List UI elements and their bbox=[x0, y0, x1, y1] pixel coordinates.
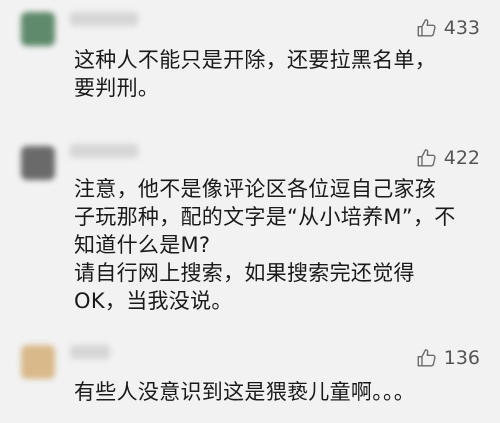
comment-line: 子玩那种，配的文字是“从小培养M”，不 bbox=[74, 205, 456, 229]
avatar[interactable] bbox=[21, 12, 55, 46]
comment-text: 这种人不能只是开除，还要拉黑名单， 要判刑。 bbox=[74, 46, 480, 102]
comment-text: 有些人没意识到这是猥亵儿童啊。。。 bbox=[74, 378, 480, 406]
username[interactable] bbox=[70, 144, 138, 158]
username[interactable] bbox=[70, 345, 110, 359]
comment-line: OK，当我没说。 bbox=[74, 289, 233, 313]
comment-line: 注意，他不是像评论区各位逗自己家孩 bbox=[74, 177, 437, 201]
comment-line: 有些人没意识到这是猥亵儿童啊。。。 bbox=[74, 380, 416, 404]
like-count: 433 bbox=[443, 17, 480, 39]
username[interactable] bbox=[70, 12, 138, 26]
comment-list: { "comments": [ { "likes": "433", "lines… bbox=[0, 0, 500, 423]
comment-line: 知道什么是M? bbox=[74, 233, 211, 257]
thumbs-up-icon bbox=[417, 19, 436, 37]
thumbs-up-icon bbox=[417, 349, 436, 367]
like-button[interactable]: 433 bbox=[416, 16, 480, 40]
like-count: 422 bbox=[443, 147, 480, 169]
avatar[interactable] bbox=[21, 146, 55, 180]
thumbs-up-icon bbox=[417, 149, 436, 167]
like-button[interactable]: 136 bbox=[416, 346, 480, 370]
like-count: 136 bbox=[443, 347, 480, 369]
like-button[interactable]: 422 bbox=[416, 146, 480, 170]
comment-line: 要判刑。 bbox=[74, 76, 160, 100]
comment-line: 请自行网上搜索，如果搜索完还觉得 bbox=[74, 261, 415, 285]
comment-text: 注意，他不是像评论区各位逗自己家孩 子玩那种，配的文字是“从小培养M”，不 知道… bbox=[74, 175, 480, 315]
avatar[interactable] bbox=[21, 345, 55, 379]
comment-line: 这种人不能只是开除，还要拉黑名单， bbox=[74, 48, 437, 72]
